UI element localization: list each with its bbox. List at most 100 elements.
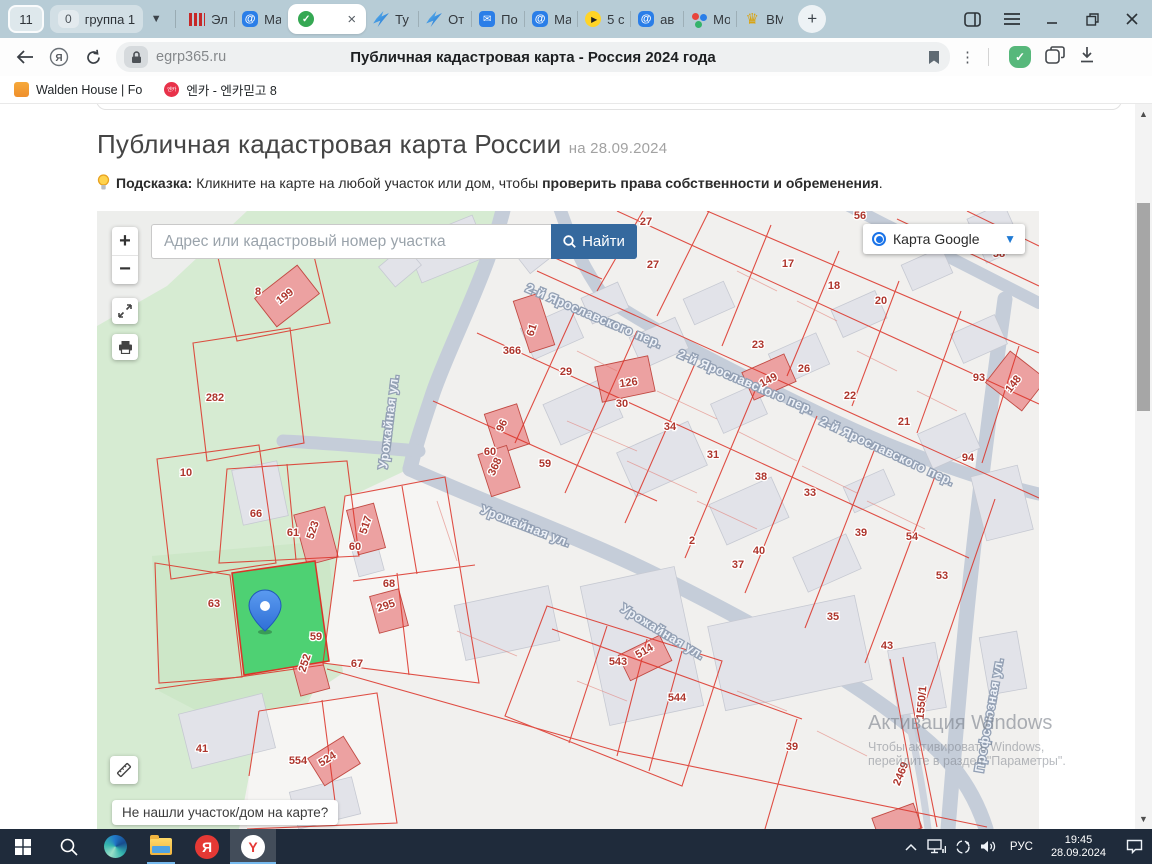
menu-icon[interactable] <box>992 0 1032 38</box>
recorder-icon[interactable] <box>950 829 976 864</box>
scroll-down-icon[interactable]: ▼ <box>1135 811 1152 827</box>
parcel-label[interactable]: 10 <box>179 466 194 481</box>
action-center-icon[interactable] <box>1116 829 1152 864</box>
bookmark-item[interactable]: 엔카 엔카 - 엔카믿고 8 <box>164 80 277 99</box>
parcel-label[interactable]: 2 <box>688 534 697 549</box>
parcel-label[interactable]: 68 <box>382 577 397 592</box>
parcel-label[interactable]: 53 <box>935 569 950 584</box>
parcel-label[interactable]: 29 <box>559 365 574 380</box>
edge-icon[interactable] <box>92 829 138 864</box>
tab[interactable]: @ Ма <box>234 4 288 34</box>
taskbar-search-button[interactable] <box>46 829 92 864</box>
new-tab-button[interactable]: + <box>798 5 827 33</box>
yandex-home-icon[interactable]: Я <box>42 42 76 72</box>
parcel-label[interactable]: 17 <box>781 257 796 272</box>
parcel-label[interactable]: 126 <box>617 375 639 392</box>
zoom-in-button[interactable]: + <box>112 228 138 256</box>
minimize-button[interactable] <box>1032 0 1072 38</box>
parcel-label[interactable]: 22 <box>843 389 858 404</box>
parcel-label[interactable]: 93 <box>972 371 987 386</box>
scroll-up-icon[interactable]: ▲ <box>1135 106 1152 122</box>
parcel-label[interactable]: 67 <box>350 657 365 672</box>
parcel-label[interactable]: 21 <box>897 415 912 430</box>
parcel-label[interactable]: 54 <box>905 530 921 545</box>
zoom-out-button[interactable]: − <box>112 256 138 284</box>
parcel-label[interactable]: 40 <box>752 544 767 559</box>
protect-shield-icon[interactable]: ✓ <box>1009 46 1031 68</box>
volume-icon[interactable] <box>976 829 1002 864</box>
map-layer-select[interactable]: Карта Google ▼ <box>863 224 1025 254</box>
side-panel-icon[interactable] <box>952 0 992 38</box>
extensions-icon[interactable] <box>1045 45 1065 69</box>
measure-button[interactable] <box>110 756 138 784</box>
parcel-label[interactable]: 63 <box>207 597 222 612</box>
close-window-button[interactable] <box>1112 0 1152 38</box>
address-bar[interactable]: egrp365.ru Публичная кадастровая карта -… <box>116 42 950 72</box>
tab-group-chevron-icon[interactable]: ▼ <box>143 5 169 33</box>
tab[interactable]: От <box>418 4 472 34</box>
network-icon[interactable] <box>924 829 950 864</box>
parcel-label[interactable]: 8 <box>254 285 263 300</box>
parcel-label[interactable]: 39 <box>785 740 800 755</box>
parcel-label[interactable]: 30 <box>615 397 630 412</box>
parcel-label[interactable]: 59 <box>309 630 324 645</box>
parcel-label[interactable]: 59 <box>538 457 553 472</box>
tab-active[interactable]: ✓ × <box>288 4 367 34</box>
tab[interactable]: Эл <box>182 4 235 34</box>
tab[interactable]: ♛ ВМ <box>736 4 790 34</box>
more-options-icon[interactable]: ⋮ <box>960 50 975 65</box>
parcel-label[interactable]: 38 <box>754 470 769 485</box>
parcel-label[interactable]: 34 <box>663 420 679 435</box>
tab[interactable]: ▶ 5 с <box>577 4 631 34</box>
print-button[interactable] <box>112 334 138 360</box>
search-button[interactable]: Найти <box>551 224 637 259</box>
yandex-app-icon[interactable]: Я <box>184 829 230 864</box>
parcel-label[interactable]: 35 <box>826 610 841 625</box>
tab[interactable]: ✉ По <box>471 4 525 34</box>
bookmark-flag-icon[interactable] <box>928 50 940 65</box>
parcel-label[interactable]: 56 <box>853 211 868 223</box>
parcel-label[interactable]: 282 <box>205 391 226 406</box>
back-button[interactable] <box>8 42 42 72</box>
parcel-label[interactable]: 39 <box>854 526 869 541</box>
parcel-label[interactable]: 26 <box>797 362 812 377</box>
parcel-label[interactable]: 37 <box>731 558 746 573</box>
not-found-link[interactable]: Не нашли участок/дом на карте? <box>112 800 339 825</box>
parcel-label[interactable]: 61 <box>286 526 301 541</box>
tray-expand-icon[interactable] <box>898 829 924 864</box>
tab[interactable]: @ Ма <box>524 4 578 34</box>
file-explorer-icon[interactable] <box>138 829 184 864</box>
parcel-label[interactable]: 60 <box>348 540 363 555</box>
clock[interactable]: 19:45 28.09.2024 <box>1041 834 1116 860</box>
parcel-label[interactable]: 43 <box>880 639 895 654</box>
bookmark-item[interactable]: Walden House | Fo <box>14 82 142 97</box>
parcel-label[interactable]: 554 <box>288 754 310 769</box>
parcel-label[interactable]: 31 <box>706 448 721 463</box>
close-tab-icon[interactable]: × <box>347 12 356 27</box>
reload-button[interactable] <box>76 42 110 72</box>
search-input[interactable] <box>151 224 551 259</box>
fullscreen-button[interactable] <box>112 298 138 324</box>
yandex-browser-icon[interactable]: Y <box>230 829 276 864</box>
maximize-button[interactable] <box>1072 0 1112 38</box>
tab-counter[interactable]: 11 <box>8 5 44 33</box>
parcel-label[interactable]: 23 <box>751 338 766 353</box>
parcel-label[interactable]: 66 <box>249 507 264 522</box>
tab[interactable]: @ ав <box>630 4 684 34</box>
parcel-label[interactable]: 366 <box>502 344 523 359</box>
parcel-label[interactable]: 33 <box>803 486 818 501</box>
language-indicator[interactable]: РУС <box>1002 841 1041 853</box>
tab[interactable]: Ту <box>366 4 419 34</box>
parcel-label[interactable]: 544 <box>667 691 689 706</box>
parcel-label[interactable]: 20 <box>874 294 889 309</box>
tab[interactable]: Мо <box>683 4 737 34</box>
scrollbar-thumb[interactable] <box>1137 203 1150 411</box>
page-scrollbar[interactable]: ▲ ▼ <box>1135 104 1152 829</box>
parcel-label[interactable]: 27 <box>639 215 654 230</box>
start-button[interactable] <box>0 829 46 864</box>
parcel-label[interactable]: 41 <box>195 742 210 757</box>
downloads-icon[interactable] <box>1079 46 1095 68</box>
parcel-label[interactable]: 543 <box>608 655 629 670</box>
tab-group-chip[interactable]: 0 группа 1 <box>50 5 144 33</box>
parcel-label[interactable]: 27 <box>646 258 661 273</box>
